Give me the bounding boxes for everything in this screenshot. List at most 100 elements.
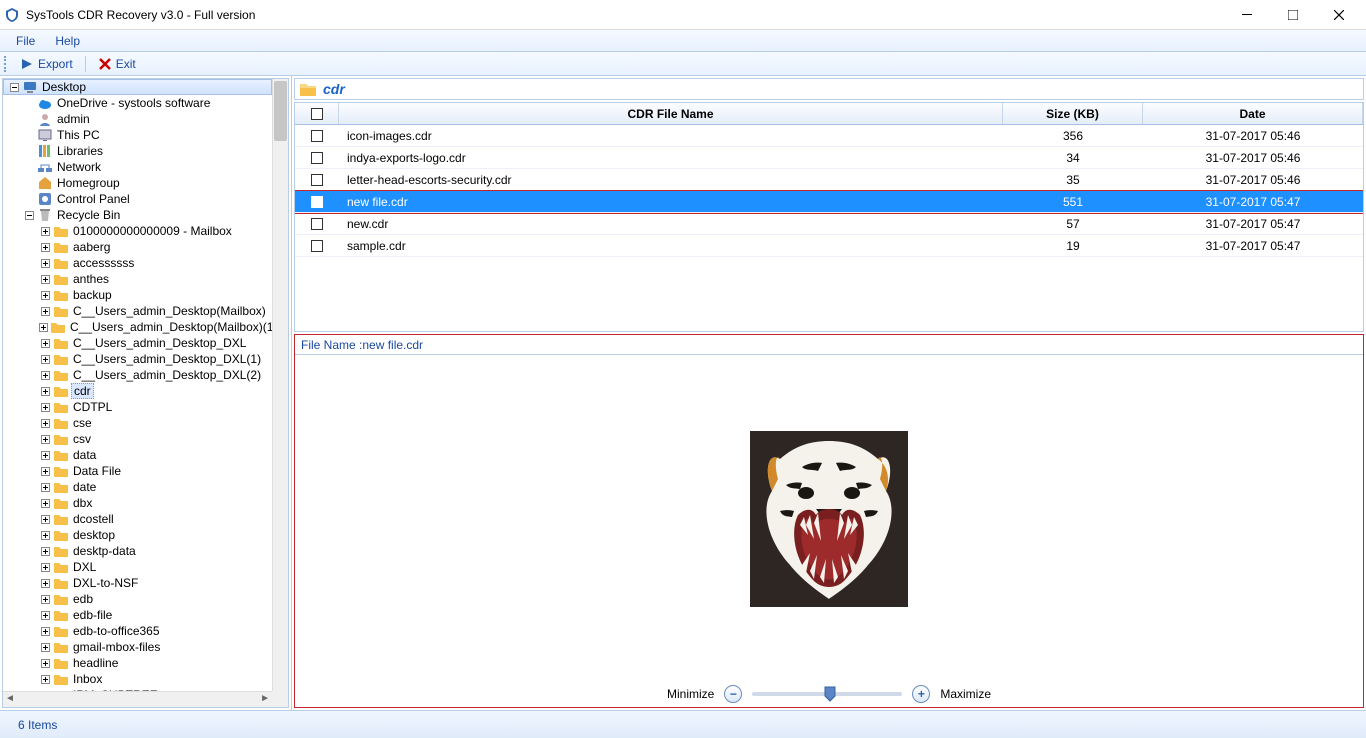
expander-icon[interactable] xyxy=(39,545,51,557)
tree-libraries[interactable]: Libraries xyxy=(3,143,272,159)
expander-icon[interactable] xyxy=(39,657,51,669)
expander-icon[interactable] xyxy=(39,305,51,317)
expander-icon[interactable] xyxy=(39,593,51,605)
tree-controlpanel[interactable]: Control Panel xyxy=(3,191,272,207)
zoom-in-button[interactable]: + xyxy=(912,685,930,703)
row-checkbox[interactable] xyxy=(311,240,323,252)
expander-icon[interactable] xyxy=(39,241,51,253)
expander-icon[interactable] xyxy=(39,481,51,493)
expander-icon[interactable] xyxy=(39,609,51,621)
expander-icon[interactable] xyxy=(39,529,51,541)
file-row[interactable]: new.cdr5731-07-2017 05:47 xyxy=(295,213,1363,235)
select-all-checkbox[interactable] xyxy=(311,108,323,120)
expander-icon[interactable] xyxy=(8,81,20,93)
expander-icon[interactable] xyxy=(39,385,51,397)
tree-item[interactable]: C__Users_admin_Desktop(Mailbox) xyxy=(3,303,272,319)
expander-icon[interactable] xyxy=(23,161,35,173)
expander-icon[interactable] xyxy=(39,673,51,685)
tree-thispc[interactable]: This PC xyxy=(3,127,272,143)
row-checkbox-cell[interactable] xyxy=(295,174,339,186)
tree-item[interactable]: cdr xyxy=(3,383,272,399)
tree-item[interactable]: C__Users_admin_Desktop_DXL xyxy=(3,335,272,351)
tree-item[interactable]: aaberg xyxy=(3,239,272,255)
tree-horizontal-scrollbar[interactable] xyxy=(3,691,272,707)
file-row[interactable]: sample.cdr1931-07-2017 05:47 xyxy=(295,235,1363,257)
tree-item[interactable]: Inbox xyxy=(3,671,272,687)
expander-icon[interactable] xyxy=(23,145,35,157)
expander-icon[interactable] xyxy=(39,337,51,349)
expander-icon[interactable] xyxy=(39,625,51,637)
tree-item[interactable]: data xyxy=(3,447,272,463)
expander-icon[interactable] xyxy=(39,433,51,445)
tree-homegroup[interactable]: Homegroup xyxy=(3,175,272,191)
row-checkbox[interactable] xyxy=(311,174,323,186)
zoom-out-button[interactable]: − xyxy=(724,685,742,703)
tree-item[interactable]: CDTPL xyxy=(3,399,272,415)
exit-button[interactable]: Exit xyxy=(92,55,142,73)
tree-item[interactable]: dbx xyxy=(3,495,272,511)
tree-item[interactable]: gmail-mbox-files xyxy=(3,639,272,655)
tree-recyclebin[interactable]: Recycle Bin xyxy=(3,207,272,223)
menu-help[interactable]: Help xyxy=(47,32,88,50)
expander-icon[interactable] xyxy=(23,97,35,109)
export-button[interactable]: Export xyxy=(14,55,79,73)
tree-admin[interactable]: admin xyxy=(3,111,272,127)
row-checkbox-cell[interactable] xyxy=(295,130,339,142)
expander-icon[interactable] xyxy=(39,321,48,333)
expander-icon[interactable] xyxy=(39,577,51,589)
tree-item[interactable]: edb xyxy=(3,591,272,607)
expander-icon[interactable] xyxy=(39,289,51,301)
expander-icon[interactable] xyxy=(23,177,35,189)
expander-icon[interactable] xyxy=(39,497,51,509)
expander-icon[interactable] xyxy=(39,641,51,653)
header-date[interactable]: Date xyxy=(1143,103,1363,124)
tree-item[interactable]: DXL-to-NSF xyxy=(3,575,272,591)
header-checkbox-cell[interactable] xyxy=(295,103,339,124)
expander-icon[interactable] xyxy=(39,513,51,525)
tree-item[interactable]: edb-file xyxy=(3,607,272,623)
menu-file[interactable]: File xyxy=(8,32,43,50)
tree-item[interactable]: DXL xyxy=(3,559,272,575)
expander-icon[interactable] xyxy=(39,257,51,269)
expander-icon[interactable] xyxy=(39,353,51,365)
row-checkbox-cell[interactable] xyxy=(295,218,339,230)
expander-icon[interactable] xyxy=(23,129,35,141)
row-checkbox-cell[interactable] xyxy=(295,152,339,164)
expander-icon[interactable] xyxy=(39,225,51,237)
tree-item[interactable]: edb-to-office365 xyxy=(3,623,272,639)
tree-vertical-scrollbar[interactable] xyxy=(272,79,288,691)
header-name[interactable]: CDR File Name xyxy=(339,103,1003,124)
tree-item[interactable]: Data File xyxy=(3,463,272,479)
tree-item[interactable]: cse xyxy=(3,415,272,431)
tree-item[interactable]: dcostell xyxy=(3,511,272,527)
expander-icon[interactable] xyxy=(39,401,51,413)
expander-icon[interactable] xyxy=(39,561,51,573)
folder-tree[interactable]: DesktopOneDrive - systools softwareadmin… xyxy=(2,78,289,708)
row-checkbox[interactable] xyxy=(311,218,323,230)
file-row[interactable]: icon-images.cdr35631-07-2017 05:46 xyxy=(295,125,1363,147)
tree-item[interactable]: desktp-data xyxy=(3,543,272,559)
expander-icon[interactable] xyxy=(39,369,51,381)
row-checkbox[interactable] xyxy=(311,152,323,164)
expander-icon[interactable] xyxy=(39,465,51,477)
tree-item[interactable]: accessssss xyxy=(3,255,272,271)
tree-network[interactable]: Network xyxy=(3,159,272,175)
tree-desktop[interactable]: Desktop xyxy=(3,79,272,95)
tree-item[interactable]: headline xyxy=(3,655,272,671)
tree-item[interactable]: C__Users_admin_Desktop_DXL(2) xyxy=(3,367,272,383)
header-size[interactable]: Size (KB) xyxy=(1003,103,1143,124)
row-checkbox[interactable] xyxy=(311,130,323,142)
zoom-slider-thumb[interactable] xyxy=(824,686,836,702)
expander-icon[interactable] xyxy=(39,273,51,285)
file-row[interactable]: new file.cdr55131-07-2017 05:47 xyxy=(295,191,1363,213)
tree-item[interactable]: csv xyxy=(3,431,272,447)
tree-item[interactable]: C__Users_admin_Desktop_DXL(1) xyxy=(3,351,272,367)
expander-icon[interactable] xyxy=(23,193,35,205)
row-checkbox-cell[interactable] xyxy=(295,196,339,208)
tree-item[interactable]: backup xyxy=(3,287,272,303)
expander-icon[interactable] xyxy=(23,209,35,221)
tree-item[interactable]: anthes xyxy=(3,271,272,287)
zoom-slider-track[interactable] xyxy=(752,692,902,696)
expander-icon[interactable] xyxy=(39,449,51,461)
tree-item[interactable]: 0100000000000009 - Mailbox xyxy=(3,223,272,239)
